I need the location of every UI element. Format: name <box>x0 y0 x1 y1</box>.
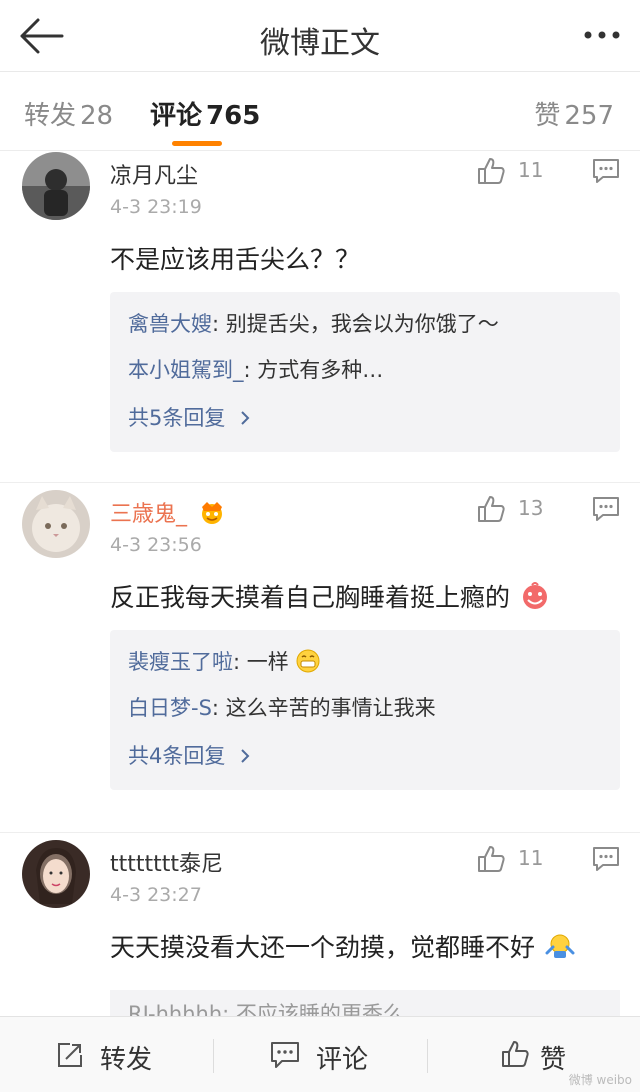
reply-item: RJ-hhhhh: 不应该睡的更香么 <box>128 1002 404 1016</box>
reply-box[interactable]: RJ-hhhhh: 不应该睡的更香么 <box>110 990 620 1016</box>
username[interactable]: 三歳鬼_ <box>110 496 226 528</box>
more-replies-label: 共4条回复 <box>128 744 226 768</box>
repost-button[interactable]: 转发 <box>56 1037 186 1075</box>
avatar[interactable] <box>22 152 90 220</box>
reply-comment-icon[interactable] <box>592 846 620 872</box>
divider <box>427 1039 428 1073</box>
thumb-up-icon <box>478 496 505 522</box>
more-replies-link[interactable]: 共5条回复 <box>128 402 252 432</box>
tab-comment[interactable]: 评论 765 <box>150 95 260 132</box>
bottom-action-bar: 转发 评论 赞 微博 weibo <box>0 1016 640 1092</box>
thumb-up-icon <box>502 1041 529 1067</box>
divider <box>0 482 640 483</box>
shrug-emoji-icon <box>545 934 575 958</box>
like-count: 11 <box>518 158 544 182</box>
more-replies-link[interactable]: 共4条回复 <box>128 740 252 770</box>
top-nav-bar: 微博正文 <box>0 0 640 72</box>
repost-label: 转发 <box>100 1045 153 1075</box>
comment-item: 凉月凡尘 4-3 23:19 11 不是应该用舌尖么？？ 禽兽大嫂: 别提舌尖，… <box>0 152 640 482</box>
grin-emoji-icon <box>296 649 320 673</box>
comment-text-content: 反正我每天摸着自己胸睡着挺上瘾的 <box>110 583 511 612</box>
share-icon <box>58 1043 82 1067</box>
thumb-up-icon <box>478 158 505 184</box>
reply-text: : 这么辛苦的事情让我来 <box>211 696 436 720</box>
tab-repost-label: 转发 <box>24 101 77 131</box>
emoji-icon <box>522 582 547 609</box>
avatar[interactable] <box>22 490 90 558</box>
like-button[interactable]: 11 <box>476 844 566 874</box>
reply-comment-icon[interactable] <box>592 158 620 184</box>
thumb-up-icon <box>478 846 505 872</box>
like-label: 赞 <box>540 1045 567 1075</box>
comment-feed[interactable]: 凉月凡尘 4-3 23:19 11 不是应该用舌尖么？？ 禽兽大嫂: 别提舌尖，… <box>0 152 640 1016</box>
tab-like-label: 赞 <box>534 101 561 131</box>
tab-like[interactable]: 赞 257 <box>534 95 614 132</box>
reply-box[interactable]: 裴瘦玉了啦: 一样 白日梦-S: 这么辛苦的事情让我来 共4条回复 <box>110 630 620 790</box>
watermark: 微博 weibo <box>568 1073 632 1087</box>
comment-item: 三歳鬼_ 4-3 23:56 13 反正我每天摸着自己胸睡着挺上瘾的 裴瘦玉了啦… <box>0 490 640 830</box>
vip-crown-badge-icon <box>202 502 223 524</box>
like-count: 11 <box>518 846 544 870</box>
comment-time: 4-3 23:19 <box>110 196 202 218</box>
more-replies-label: 共5条回复 <box>128 406 226 430</box>
tab-repost-count: 28 <box>80 101 114 131</box>
reply-item: 裴瘦玉了啦: 一样 <box>128 646 321 676</box>
comment-time: 4-3 23:27 <box>110 884 202 906</box>
username-text: 三歳鬼_ <box>110 502 188 527</box>
reply-item: 白日梦-S: 这么辛苦的事情让我来 <box>128 692 436 722</box>
comment-label: 评论 <box>316 1045 369 1075</box>
reply-text: : 一样 <box>233 650 289 674</box>
divider <box>213 1039 214 1073</box>
like-button[interactable]: 13 <box>476 494 566 524</box>
chevron-right-icon <box>241 411 250 425</box>
username[interactable]: 凉月凡尘 <box>110 158 198 190</box>
comment-icon <box>271 1042 299 1068</box>
like-count: 13 <box>518 496 544 520</box>
divider <box>0 832 640 833</box>
comment-text-content: 天天摸没看大还一个劲摸，觉都睡不好 <box>110 933 536 962</box>
comment-button[interactable]: 评论 <box>270 1037 400 1075</box>
comment-time: 4-3 23:56 <box>110 534 202 556</box>
chevron-right-icon <box>241 749 250 763</box>
comment-text: 不是应该用舌尖么？？ <box>110 245 361 274</box>
like-post-button[interactable]: 赞 <box>500 1037 620 1075</box>
reply-username[interactable]: 禽兽大嫂 <box>128 312 212 336</box>
active-tab-indicator <box>172 141 222 146</box>
reply-username[interactable]: 白日梦-S <box>128 696 212 720</box>
like-button[interactable]: 11 <box>476 156 566 186</box>
reply-text: : 别提舌尖，我会以为你饿了～ <box>212 312 499 336</box>
reply-box[interactable]: 禽兽大嫂: 别提舌尖，我会以为你饿了～ 本小姐駕到_: 方式有多种… 共5条回复 <box>110 292 620 452</box>
page-title: 微博正文 <box>260 26 380 61</box>
tab-comment-label: 评论 <box>150 101 203 131</box>
reply-username[interactable]: 本小姐駕到_ <box>128 358 244 382</box>
avatar[interactable] <box>22 840 90 908</box>
username[interactable]: tttttttt泰尼 <box>110 846 223 878</box>
reply-item: 禽兽大嫂: 别提舌尖，我会以为你饿了～ <box>128 308 499 338</box>
reply-comment-icon[interactable] <box>592 496 620 522</box>
more-dots-icon[interactable] <box>580 18 624 52</box>
tab-repost[interactable]: 转发 28 <box>24 95 113 132</box>
tab-comment-count: 765 <box>206 101 261 131</box>
reply-item: 本小姐駕到_: 方式有多种… <box>128 354 383 384</box>
reply-username[interactable]: 裴瘦玉了啦 <box>128 650 233 674</box>
reply-text: : 方式有多种… <box>243 358 384 382</box>
comment-text: 反正我每天摸着自己胸睡着挺上瘾的 <box>110 578 550 614</box>
comment-text: 天天摸没看大还一个劲摸，觉都睡不好 <box>110 928 575 964</box>
tab-bar: 转发 28 评论 765 赞 257 <box>0 73 640 151</box>
tab-like-count: 257 <box>564 101 614 131</box>
